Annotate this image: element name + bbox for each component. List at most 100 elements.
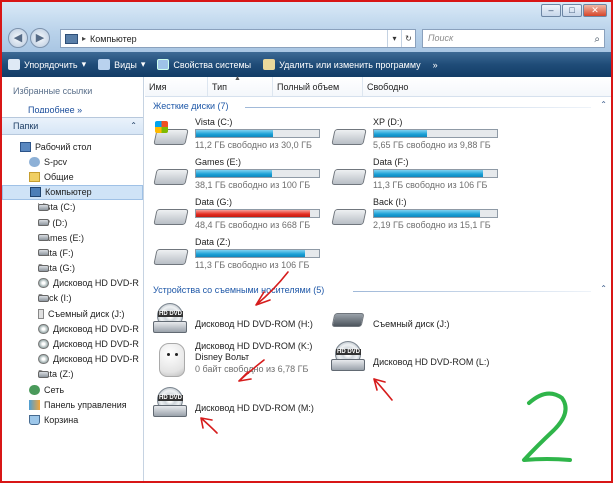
removable-drive-item[interactable]: HD DVD Дисковод HD DVD-ROM (M:) (149, 385, 325, 427)
hd-dvd-label: HD DVD (158, 395, 184, 401)
dog-disc-icon (153, 341, 189, 377)
hard-disk-body (331, 209, 367, 225)
tree-item[interactable]: Дисковод HD DVD-R (2, 321, 143, 336)
tree-item[interactable]: Корзина (2, 412, 143, 427)
drive-tray-shape (153, 405, 187, 417)
views-icon (98, 59, 111, 70)
tree-item[interactable]: S-pcv (2, 154, 143, 169)
tree-item[interactable]: Общие (2, 169, 143, 184)
dvd-icon (38, 278, 49, 289)
tree-item[interactable]: Games (E:) (2, 230, 143, 245)
address-bar[interactable]: ▸ Компьютер ▾ ↻ (60, 29, 416, 48)
drive-item[interactable]: Data (G:) 48,4 ГБ свободно из 668 ГБ (149, 195, 325, 237)
drive-name: Data (F:) (373, 157, 409, 167)
removable-drive-item[interactable]: Съемный диск (J:) (327, 301, 503, 343)
views-label: Виды (114, 59, 137, 70)
tree-item[interactable]: Data (Z:) (2, 367, 143, 382)
maximize-button[interactable]: □ (562, 4, 582, 17)
address-dropdown-icon[interactable]: ▾ (387, 30, 401, 47)
refresh-icon[interactable]: ↻ (401, 30, 415, 47)
computer-icon (65, 33, 78, 44)
tree-item[interactable]: Сеть (2, 382, 143, 397)
tree-item[interactable]: Рабочий стол (2, 139, 143, 154)
breadcrumb[interactable]: Компьютер (90, 34, 137, 44)
drive-free-space: 2,19 ГБ свободно из 15,1 ГБ (373, 220, 491, 230)
capacity-fill (374, 210, 480, 217)
group-header-hard-disks[interactable]: Жесткие диски (7) (153, 101, 229, 111)
removable-drive-item[interactable]: HD DVD Дисковод HD DVD-ROM (H:) (149, 301, 325, 343)
removable-drive-item[interactable]: Дисковод HD DVD-ROM (K:) Disney Вольт 0 ба… (149, 339, 325, 381)
folder-tree: Рабочий стол S-pcv Общие Компьютер Vista (C:… (2, 135, 143, 428)
drive-name: Data (Z:) (195, 237, 231, 247)
folder-icon (29, 171, 40, 182)
column-headers: Имя Тип ▲ Полный объем Свободно (145, 75, 611, 97)
drive-icon (38, 294, 49, 302)
collapse-group-icon[interactable]: ⌃ (600, 100, 607, 109)
tree-item[interactable]: Дисковод HD DVD-R (2, 336, 143, 351)
uninstall-program-button[interactable]: Удалить или изменить программу (263, 59, 421, 70)
drive-item[interactable]: XP (D:) 5,65 ГБ свободно из 9,88 ГБ (327, 115, 503, 157)
folders-header[interactable]: Папки ⌃ (2, 117, 143, 135)
drive-free-space: 11,3 ГБ свободно из 106 ГБ (373, 180, 488, 190)
system-properties-button[interactable]: Свойства системы (157, 59, 251, 70)
tree-item[interactable]: Компьютер (2, 184, 143, 200)
search-icon[interactable]: ⌕ (594, 31, 600, 48)
drive-item[interactable]: Games (E:) 38,1 ГБ свободно из 100 ГБ (149, 155, 325, 197)
tree-item[interactable]: Дисковод HD DVD-R (2, 352, 143, 367)
drive-tray-shape (331, 359, 365, 371)
more-link[interactable]: Подробнее » (2, 105, 143, 113)
capacity-fill (196, 210, 311, 217)
back-button[interactable]: ◀ (8, 28, 28, 48)
column-type[interactable]: Тип ▲ (208, 75, 273, 96)
column-free-space[interactable]: Свободно (363, 77, 435, 96)
tree-item-label: Панель управления (44, 399, 127, 410)
drive-item[interactable]: Back (I:) 2,19 ГБ свободно из 15,1 ГБ (327, 195, 503, 237)
chevron-down-icon: ▾ (81, 59, 87, 69)
drive-item[interactable]: Data (Z:) 11,3 ГБ свободно из 106 ГБ (149, 235, 325, 277)
drive-item[interactable]: Data (F:) 11,3 ГБ свободно из 106 ГБ (327, 155, 503, 197)
drive-free-space: 11,3 ГБ свободно из 106 ГБ (195, 260, 310, 270)
drive-name: XP (D:) (373, 117, 403, 127)
desktop-icon (20, 141, 31, 152)
tree-item-label: Съемный диск (J:) (48, 308, 125, 319)
column-total-size[interactable]: Полный объем (273, 77, 363, 96)
tree-item[interactable]: Панель управления (2, 397, 143, 412)
organize-button[interactable]: Упорядочить ▾ (8, 59, 86, 70)
tree-item[interactable]: Back (I:) (2, 291, 143, 306)
column-name[interactable]: Имя (145, 77, 208, 96)
folders-label: Папки (13, 121, 39, 131)
tree-item-label: Дисковод HD DVD-R (53, 323, 139, 334)
chevron-up-icon[interactable]: ⌃ (130, 121, 137, 130)
control-panel-icon (29, 399, 40, 410)
hard-disk-body (153, 249, 189, 265)
drive-icon (38, 219, 49, 227)
tree-item-label: Рабочий стол (35, 141, 92, 152)
close-button[interactable]: ✕ (583, 4, 607, 17)
tree-item[interactable]: Съемный диск (J:) (2, 306, 143, 321)
breadcrumb-chevron-icon[interactable]: ▸ (82, 34, 86, 43)
tree-item[interactable]: Data (G:) (2, 261, 143, 276)
drive-item[interactable]: Vista (C:) 11,2 ГБ свободно из 30,0 ГБ (149, 115, 325, 157)
hard-disk-body (153, 209, 189, 225)
minimize-button[interactable]: – (541, 4, 561, 17)
removable-disk-body (331, 313, 365, 327)
dvd-icon (38, 339, 49, 350)
group-header-removable[interactable]: Устройства со съемными носителями (5) (153, 285, 324, 295)
removable-drive-item[interactable]: HD DVD Дисковод HD DVD-ROM (L:) (327, 339, 503, 381)
collapse-group-icon[interactable]: ⌃ (600, 284, 607, 293)
tree-item-label: Дисковод HD DVD-R (53, 339, 139, 350)
search-input[interactable]: Поиск ⌕ (422, 29, 605, 48)
hd-dvd-label: HD DVD (158, 311, 184, 317)
capacity-fill (196, 130, 274, 137)
tree-item[interactable]: Дисковод HD DVD-R (2, 276, 143, 291)
forward-button[interactable]: ▶ (30, 28, 50, 48)
drive-icon (38, 264, 49, 272)
tree-item[interactable]: XP (D:) (2, 215, 143, 230)
user-icon (29, 156, 40, 167)
drive-free-space: 5,65 ГБ свободно из 9,88 ГБ (373, 140, 491, 150)
screenshot-frame: – □ ✕ ◀ ▶ ▸ Компьютер ▾ ↻ Поиск ⌕ Упоряд… (0, 0, 613, 483)
tree-item[interactable]: Vista (C:) (2, 200, 143, 215)
toolbar-more-button[interactable]: » (433, 60, 438, 70)
views-button[interactable]: Виды ▾ (98, 59, 145, 70)
tree-item[interactable]: Data (F:) (2, 245, 143, 260)
